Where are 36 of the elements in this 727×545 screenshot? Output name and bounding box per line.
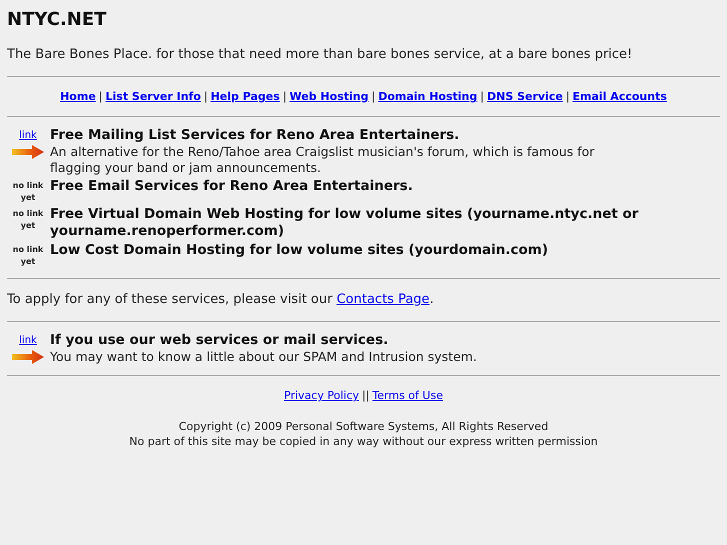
service-description: An alternative for the Reno/Tahoe area Craigslist musician's forum, which is famous for flagging your band or jam announcements. — [50, 144, 596, 176]
separator: | — [566, 90, 570, 103]
status-label: no link yet — [12, 208, 44, 232]
nav-link[interactable]: Domain Hosting — [378, 90, 478, 103]
separator: | — [371, 90, 376, 103]
site-title: NTYC.NET — [7, 9, 108, 30]
nav-link[interactable]: List Server Info — [106, 90, 201, 103]
footer-link[interactable]: Terms of Use — [372, 389, 443, 402]
footer-link[interactable]: Privacy Policy — [284, 389, 359, 402]
service-title: Free Email Services for Reno Area Entertainers. — [50, 178, 413, 195]
nav-link[interactable]: Help Pages — [210, 90, 280, 103]
nav-link[interactable]: Web Hosting — [290, 90, 368, 103]
status-label: no link yet — [12, 244, 44, 268]
nav-link[interactable]: Email Accounts — [572, 90, 667, 103]
nav-link[interactable]: Home — [60, 90, 96, 103]
separator: | — [480, 90, 484, 103]
separator: || — [362, 389, 370, 402]
service-title: If you use our web services or mail services. — [50, 332, 390, 349]
service-title: Free Mailing List Services for Reno Area Entertainers. — [50, 127, 460, 144]
link[interactable]: link — [19, 335, 37, 346]
arrow-icon — [12, 350, 44, 364]
arrow-icon — [12, 145, 44, 159]
separator: | — [204, 90, 208, 103]
separator: | — [282, 90, 287, 103]
service-description: You may want to know a little about our SPAM and Intrusion system. — [50, 349, 477, 365]
notice-text: No part of this site may be copied in any way without our express written permission — [128, 435, 599, 448]
link[interactable]: link — [19, 130, 37, 141]
separator: | — [98, 90, 102, 103]
contacts-link[interactable]: Contacts Page — [336, 292, 430, 307]
apply-text: To apply for any of these services, please visit our Contacts Page. — [7, 292, 435, 307]
service-title: Low Cost Domain Hosting for low volume sites (yourdomain.com) — [50, 242, 548, 259]
service-title: Free Virtual Domain Web Hosting for low volume sites (yourname.ntyc.net or yourname.renoperformer.com) — [50, 206, 640, 240]
status-label: no link yet — [12, 180, 44, 204]
nav-link[interactable]: DNS Service — [486, 90, 563, 103]
copyright-text: Copyright (c) 2009 Personal Software Systems, All Rights Reserved — [178, 420, 550, 433]
tagline: The Bare Bones Place. for those that need more than bare bones service, at a bare bones price! — [7, 47, 634, 62]
